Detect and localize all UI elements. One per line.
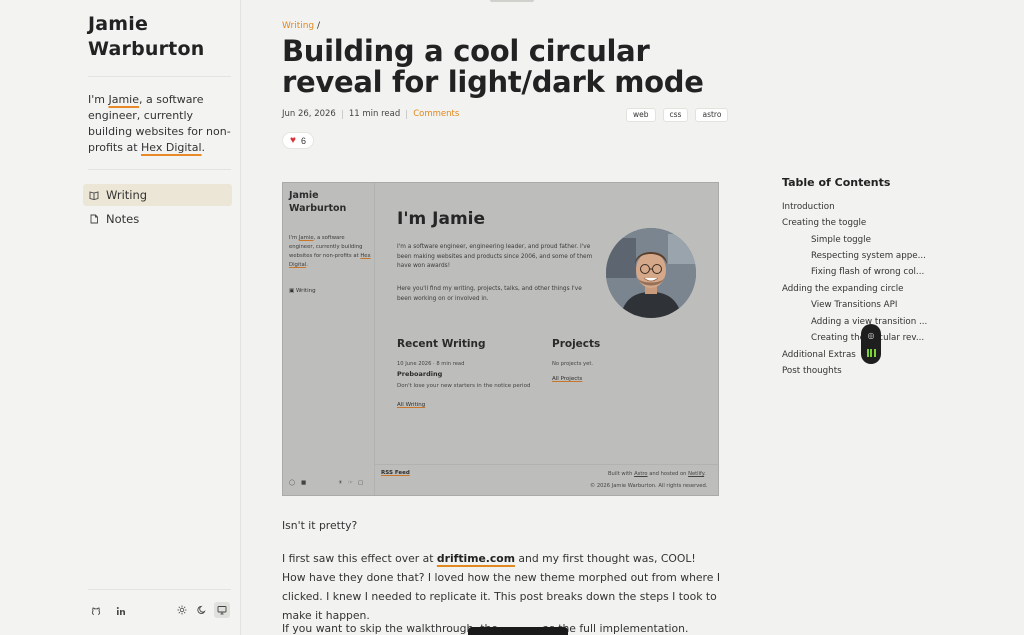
tag-list: web css astro (626, 108, 729, 122)
comments-link[interactable]: Comments (413, 109, 459, 119)
article-meta: Jun 26, 2026 11 min read Comments (282, 109, 459, 119)
theme-switcher (174, 602, 230, 618)
tag-web[interactable]: web (626, 108, 656, 122)
preview-projects-heading: Projects (552, 338, 601, 350)
preview-rss-link: RSS Feed (381, 470, 410, 476)
page-title: Building a cool circular reveal for ligh… (282, 34, 704, 99)
toc-item-simple-toggle[interactable]: Simple toggle (811, 235, 871, 245)
toc-item-creating-toggle[interactable]: Creating the toggle (782, 218, 866, 228)
sun-icon[interactable] (174, 602, 190, 618)
preview-no-projects: No projects yet. (552, 361, 594, 367)
sidebar-item-notes[interactable]: Notes (83, 208, 232, 230)
heart-icon: ♥ (290, 135, 296, 146)
read-time: 11 min read (348, 109, 401, 119)
preview-github-icon: ◯ (289, 480, 296, 486)
toc-item-additional-extras[interactable]: Additional Extras (782, 350, 856, 360)
equalizer-icon (866, 348, 876, 357)
preview-built-with: Built with Astro and hosted on Netlify. (608, 471, 706, 477)
preview-all-projects: All Projects (552, 376, 583, 382)
sidebar-item-label: Notes (106, 212, 140, 226)
preview-post-desc: Don't lose your new starters in the noti… (397, 383, 531, 389)
preview-nav-writing: ▣ Writing (289, 288, 316, 294)
monitor-icon[interactable] (214, 602, 230, 618)
spiral-icon: ◎ (867, 330, 875, 340)
preview-cursor-icon: ☞ (348, 480, 353, 486)
divider (88, 76, 231, 77)
moon-icon[interactable] (194, 602, 210, 618)
top-handle (490, 0, 534, 2)
like-count: 6 (300, 135, 306, 146)
sidebar-item-writing[interactable]: Writing (83, 184, 232, 206)
preview-site-name: Jamie Warburton (289, 190, 347, 214)
article-hero-image: Jamie Warburton I'm Jamie, a software en… (282, 182, 719, 496)
preview-intro-2: Here you'll find my writing, projects, t… (397, 286, 582, 302)
file-icon (89, 214, 99, 224)
like-button[interactable]: ♥ 6 (282, 132, 314, 149)
preview-sun-icon: ☀ (338, 480, 343, 486)
sidebar-bio: I'm Jamie, a software engineer, currentl… (88, 93, 231, 154)
github-icon[interactable] (90, 605, 102, 617)
preview-copyright: © 2026 Jamie Warburton. All rights reser… (590, 483, 708, 489)
site-name-link[interactable]: Jamie Warburton (88, 12, 228, 62)
bio-name-link[interactable]: Jamie (108, 93, 139, 106)
preview-post-title: Preboarding (397, 370, 443, 378)
tag-css[interactable]: css (662, 108, 689, 122)
preview-recent-heading: Recent Writing (397, 338, 486, 350)
preview-all-writing: All Writing (397, 402, 426, 408)
post-date: Jun 26, 2026 (282, 109, 336, 119)
preview-heading: I'm Jamie (397, 209, 486, 229)
sidebar: Jamie Warburton I'm Jamie, a software en… (0, 0, 241, 635)
floating-widget[interactable]: ◎ (861, 324, 881, 364)
paragraph: I first saw this effect over at driftime… (282, 552, 721, 622)
preview-footer-divider (375, 464, 718, 465)
preview-linkedin-icon: ■ (301, 480, 307, 486)
preview-post-meta: 10 June 2026 · 8 min read (397, 361, 465, 367)
preview-monitor-icon: ▢ (358, 480, 364, 486)
breadcrumb-writing-link[interactable]: Writing (282, 21, 314, 31)
paragraph: Isn't it pretty? (282, 519, 358, 532)
avatar (606, 228, 696, 318)
driftime-link[interactable]: driftime.com (437, 552, 515, 565)
toc-item-fixing-flash[interactable]: Fixing flash of wrong col... (811, 267, 924, 277)
breadcrumb: Writing / (282, 21, 321, 31)
preview-bio: I'm Jamie, a software engineer, currentl… (289, 235, 371, 268)
toc-item-respecting-system[interactable]: Respecting system appe... (811, 251, 926, 261)
tag-astro[interactable]: astro (695, 108, 729, 122)
bio-org-link[interactable]: Hex Digital (141, 141, 202, 154)
toc-item-expanding-circle[interactable]: Adding the expanding circle (782, 284, 904, 294)
toc-title: Table of Contents (782, 176, 891, 189)
book-open-icon (89, 190, 99, 200)
toc-item-view-transitions[interactable]: View Transitions API (811, 300, 897, 310)
toc-item-introduction[interactable]: Introduction (782, 202, 835, 212)
linkedin-icon[interactable] (115, 605, 127, 617)
preview-sidebar: Jamie Warburton I'm Jamie, a software en… (283, 183, 375, 495)
divider (88, 589, 231, 590)
divider (88, 169, 231, 170)
preview-intro-1: I'm a software engineer, engineering lea… (397, 244, 593, 269)
toc-item-post-thoughts[interactable]: Post thoughts (782, 366, 842, 376)
sidebar-item-label: Writing (106, 188, 148, 202)
bottom-overlay-bar (468, 627, 568, 635)
